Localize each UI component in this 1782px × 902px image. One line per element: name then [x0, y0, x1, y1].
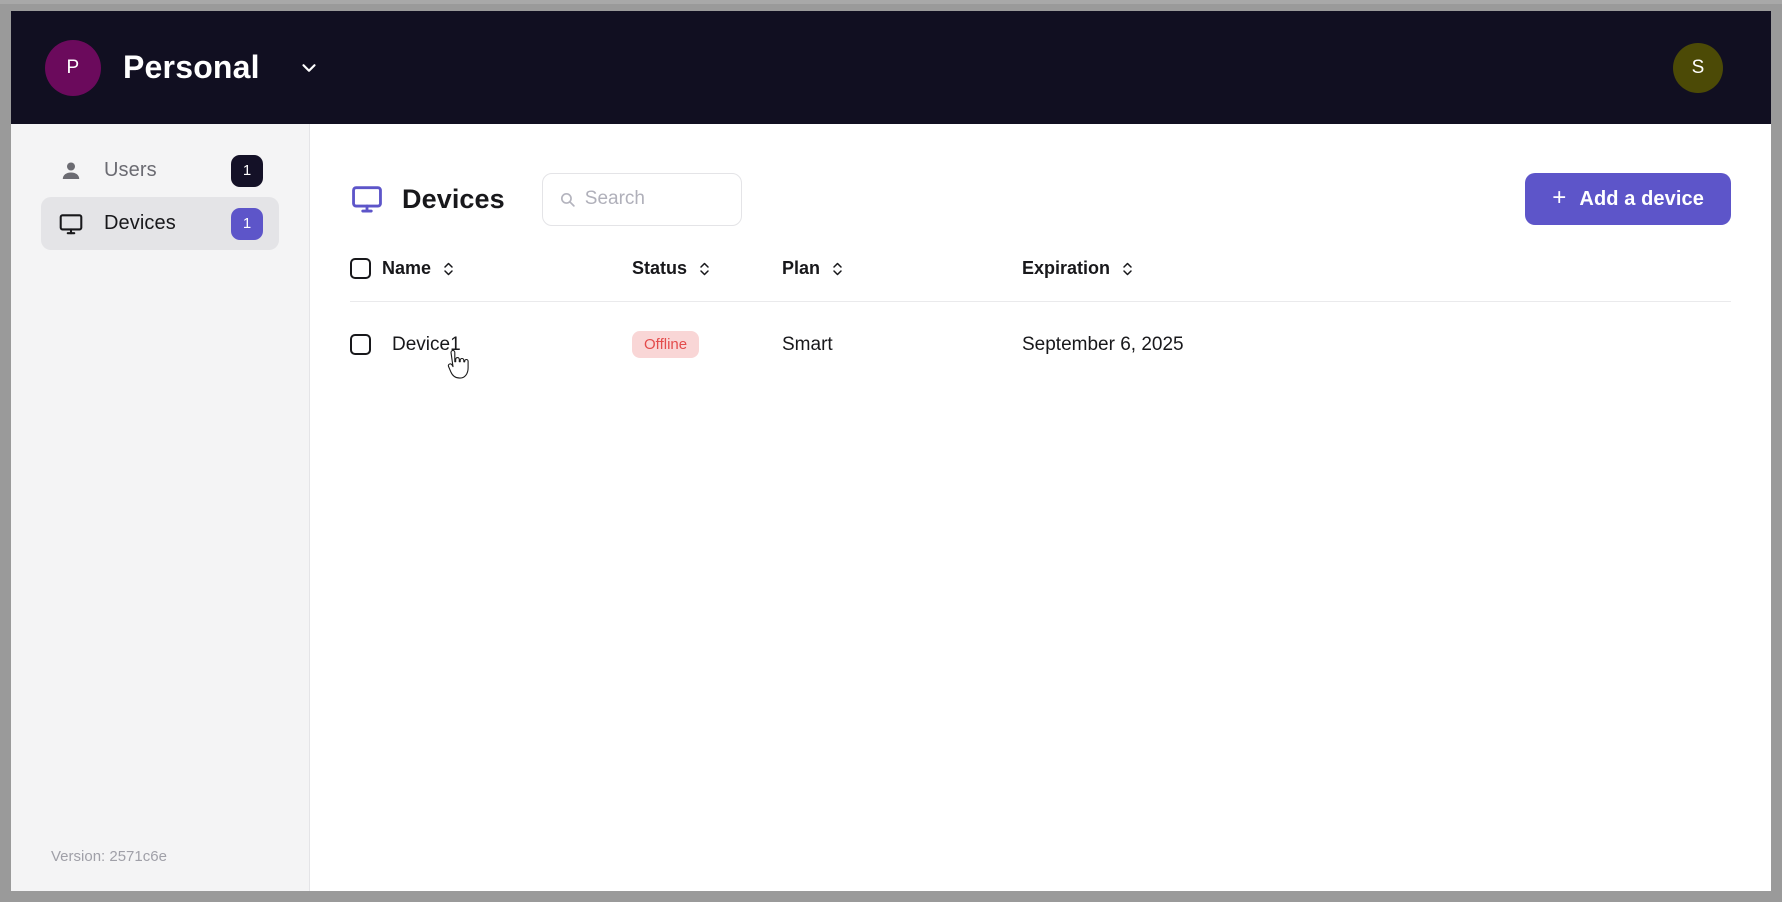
status-badge: Offline [632, 331, 700, 358]
cell-name: Device1 [350, 302, 632, 359]
plus-icon: + [1552, 184, 1567, 211]
column-header-status[interactable]: Status [632, 258, 782, 302]
chevron-down-icon[interactable] [298, 57, 320, 79]
sidebar: Users 1 Devices 1 Version: 2571c6e [11, 124, 310, 891]
column-header-status-label: Status [632, 258, 688, 278]
add-device-button[interactable]: + Add a device [1525, 173, 1731, 225]
table-row[interactable]: Device1 Offline Smart September 6, 2025 [350, 302, 1731, 359]
sidebar-item-users-badge: 1 [231, 154, 263, 187]
cell-status: Offline [632, 302, 782, 358]
sort-icon-status[interactable] [698, 261, 711, 277]
column-header-plan-label: Plan [782, 258, 821, 278]
page-title-wrap: Devices [350, 182, 505, 216]
sort-icon-plan[interactable] [831, 261, 844, 277]
user-avatar[interactable]: S [1673, 42, 1723, 93]
search-icon [559, 191, 576, 208]
monitor-icon [350, 182, 384, 216]
top-bar: P Personal S [11, 11, 1771, 124]
search-input[interactable] [584, 188, 725, 210]
select-all-checkbox[interactable] [350, 258, 371, 279]
app-viewport: P Personal S Users 1 Devices 1 Version: … [11, 11, 1771, 891]
devices-table: Name Status Plan Expiration Device1 Offl… [350, 258, 1731, 358]
search-box[interactable] [541, 172, 742, 226]
sidebar-item-users-label: Users [104, 159, 157, 181]
page-title: Devices [402, 183, 505, 214]
device-name-link[interactable]: Device1 [392, 334, 461, 356]
sidebar-item-users[interactable]: Users 1 [41, 144, 279, 197]
org-name: Personal [123, 49, 260, 85]
main-header: Devices + Add a device [350, 169, 1731, 229]
column-header-name[interactable]: Name [350, 258, 632, 302]
table-header-row: Name Status Plan Expiration [350, 258, 1731, 302]
sort-icon-name[interactable] [442, 261, 455, 277]
sidebar-item-devices[interactable]: Devices 1 [41, 197, 279, 250]
sidebar-item-devices-label: Devices [104, 212, 176, 234]
devices-table-head: Name Status Plan Expiration [350, 258, 1731, 302]
sort-icon-expiration[interactable] [1121, 261, 1134, 277]
version-text: Version: 2571c6e [51, 848, 167, 865]
column-header-expiration-label: Expiration [1022, 258, 1111, 278]
org-switcher[interactable]: P Personal [45, 39, 320, 96]
org-avatar: P [45, 39, 101, 96]
row-select-checkbox[interactable] [350, 334, 371, 355]
user-icon [58, 158, 84, 184]
column-header-name-label: Name [382, 258, 432, 278]
cell-plan: Smart [782, 333, 833, 355]
column-header-plan[interactable]: Plan [782, 258, 1022, 302]
add-device-button-label: Add a device [1579, 187, 1704, 210]
sidebar-item-devices-badge: 1 [231, 207, 263, 240]
body-area: Users 1 Devices 1 Version: 2571c6e Devic… [11, 124, 1771, 891]
devices-table-body: Device1 Offline Smart September 6, 2025 [350, 302, 1731, 359]
cell-expiration: September 6, 2025 [1022, 333, 1184, 355]
monitor-icon [58, 211, 84, 237]
main-content: Devices + Add a device [310, 124, 1771, 891]
column-header-expiration[interactable]: Expiration [1022, 258, 1731, 302]
window-frame: P Personal S Users 1 Devices 1 Version: … [0, 0, 1782, 902]
